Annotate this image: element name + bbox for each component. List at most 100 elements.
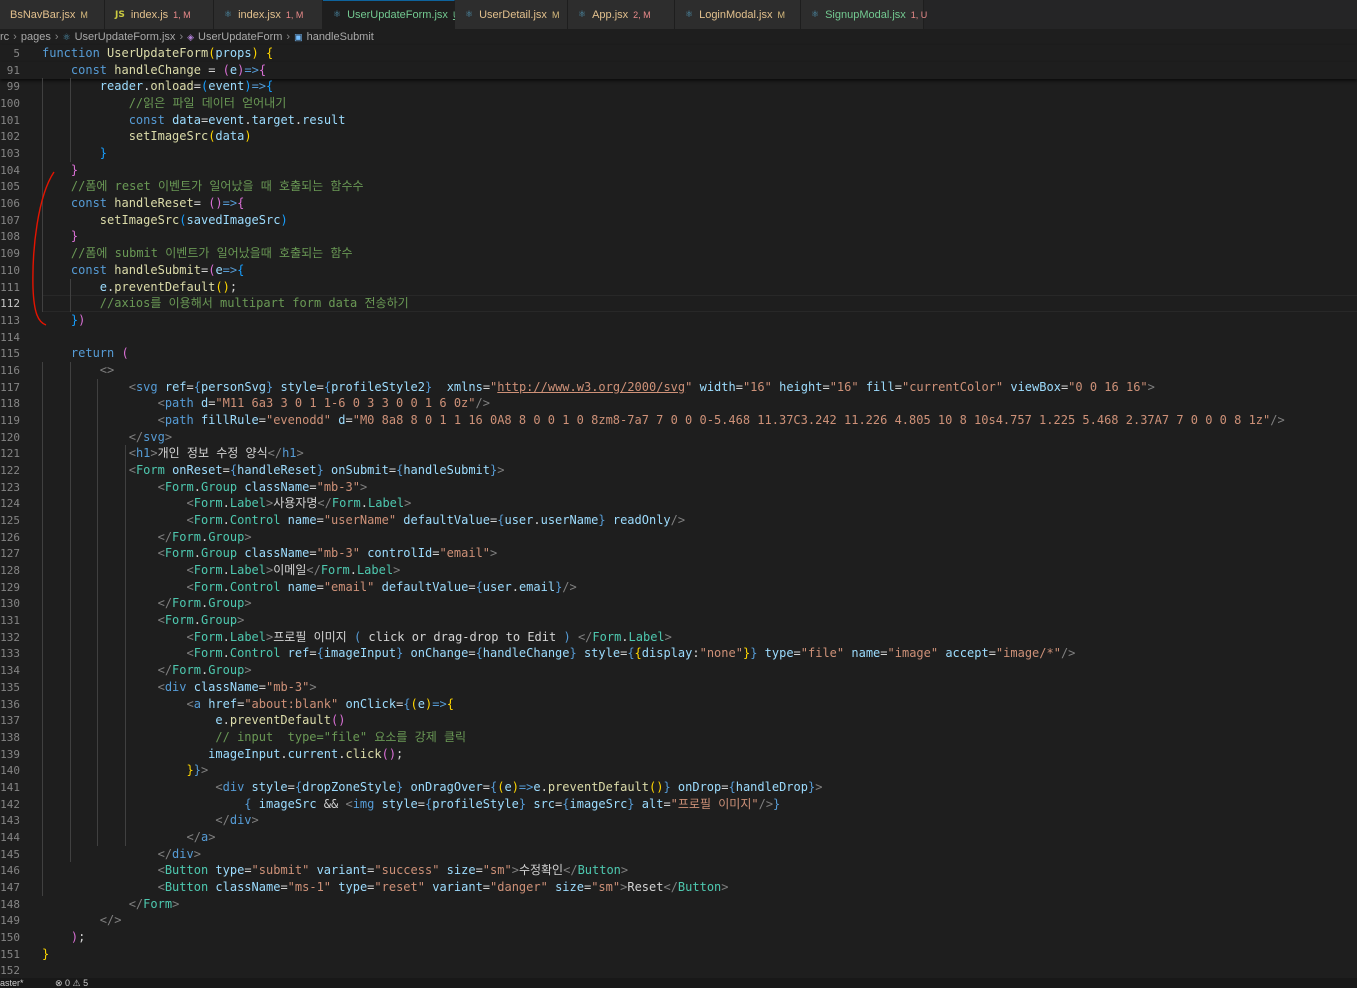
token: handleSubmit <box>403 463 491 477</box>
code-line[interactable]: 107 setImageSrc(savedImageSrc) <box>0 212 1357 229</box>
line-number: 141 <box>0 780 20 794</box>
branch-label[interactable]: aster* <box>0 978 24 988</box>
code-line[interactable]: 115 return ( <box>0 345 1357 362</box>
code-line[interactable]: 147 <Button className="ms-1" type="reset… <box>0 879 1357 896</box>
code-line[interactable]: 133 <Form.Control ref={imageInput} onCha… <box>0 645 1357 662</box>
code-line[interactable]: 125 <Form.Control name="userName" defaul… <box>0 512 1357 529</box>
code-line[interactable]: 128 <Form.Label>이메일</Form.Label> <box>0 562 1357 579</box>
code-line[interactable]: 145 </div> <box>0 846 1357 863</box>
tab-index-jsx[interactable]: ⚛ index.jsx 1, M <box>214 0 323 29</box>
code-line[interactable]: 108 } <box>0 228 1357 245</box>
line-source: <Form onReset={handleReset} onSubmit={ha… <box>42 462 505 479</box>
line-source: <> <box>42 362 114 379</box>
code-line[interactable]: 114 <box>0 329 1357 346</box>
code-line[interactable]: 126 </Form.Group> <box>0 529 1357 546</box>
code-line[interactable]: 140 }}> <box>0 762 1357 779</box>
react-file-icon: ⚛ <box>62 31 71 42</box>
code-line[interactable]: 104 } <box>0 162 1357 179</box>
breadcrumb-item[interactable]: handleSubmit <box>307 31 374 43</box>
code-line[interactable]: 129 <Form.Control name="email" defaultVa… <box>0 579 1357 596</box>
code-line[interactable]: 116 <> <box>0 362 1357 379</box>
token: Label <box>229 629 266 644</box>
breadcrumb-item[interactable]: pages <box>21 31 51 43</box>
token: () <box>381 746 397 761</box>
code-line[interactable]: 112 //axios를 이용해서 multipart form data 전송… <box>0 295 1357 313</box>
code-line[interactable]: 148 </Form> <box>0 896 1357 913</box>
code-line[interactable]: 102 setImageSrc(data) <box>0 128 1357 145</box>
token: const <box>128 112 173 127</box>
code-line[interactable]: 100 //읽은 파일 데이터 얻어내기 <box>0 95 1357 112</box>
code-line[interactable]: 135 <div className="mb-3"> <box>0 679 1357 696</box>
code-line[interactable]: 117 <svg ref={personSvg} style={profileS… <box>0 379 1357 396</box>
tab-userupdateform-jsx[interactable]: ⚛UserUpdateForm.jsxU✕ <box>323 0 477 29</box>
code-line[interactable]: 136 <a href="about:blank" onClick={(e)=>… <box>0 696 1357 713</box>
code-line[interactable]: 143 </div> <box>0 812 1357 829</box>
problems-indicator[interactable]: ⊗ 0 ⚠ 5 <box>55 978 88 988</box>
code-line[interactable]: 103 } <box>0 145 1357 162</box>
line-source: <Form.Control name="userName" defaultVal… <box>42 512 686 529</box>
code-line[interactable]: 119 <path fillRule="evenodd" d="M0 8a8 8… <box>0 412 1357 429</box>
code-line[interactable]: 131 <Form.Group> <box>0 612 1357 629</box>
token: Button <box>677 880 722 894</box>
code-line[interactable]: 132 <Form.Label>프로필 이미지 ( click or drag-… <box>0 629 1357 646</box>
code-line[interactable]: 139 imageInput.current.click(); <box>0 746 1357 763</box>
tab-bsnavbar-jsx[interactable]: BsNavBar.jsx M <box>0 0 105 29</box>
code-line[interactable]: 105 //폼에 reset 이벤트가 일어났을 때 호출되는 함수수 <box>0 178 1357 195</box>
code-line[interactable]: 113 }) <box>0 312 1357 329</box>
token: //폼에 reset 이벤트가 일어났을 때 호출되는 함수수 <box>70 179 364 194</box>
code-line[interactable]: 142 { imageSrc && <img style={profileSty… <box>0 796 1357 813</box>
code-line[interactable]: 111 e.preventDefault(); <box>0 279 1357 296</box>
code-line[interactable]: 101 const data=event.target.result <box>0 112 1357 129</box>
token: const <box>70 62 115 77</box>
token: "ms-1" <box>287 880 332 894</box>
code-line[interactable]: 150 ); <box>0 929 1357 946</box>
breadcrumb-item[interactable]: UserUpdateForm <box>198 31 282 43</box>
tab-loginmodal-jsx[interactable]: ⚛ LoginModal.jsx M <box>675 0 801 29</box>
code-line[interactable]: 134 </Form.Group> <box>0 662 1357 679</box>
code-line[interactable]: 121 <h1>개인 정보 수정 양식</h1> <box>0 445 1357 462</box>
code-line[interactable]: 138 // input type="file" 요소를 강제 클릭 <box>0 729 1357 746</box>
code-line[interactable]: 91 const handleChange = (e)=>{ <box>0 61 1357 79</box>
code-line[interactable]: 146 <Button type="submit" variant="succe… <box>0 862 1357 879</box>
code-line[interactable]: 99 reader.onload=(event)=>{ <box>0 78 1357 95</box>
code-line[interactable]: 120 </svg> <box>0 429 1357 446</box>
code-line[interactable]: 118 <path d="M11 6a3 3 0 1 1-6 0 3 3 0 0… <box>0 395 1357 412</box>
line-number: 117 <box>0 380 20 394</box>
code-line[interactable]: 109 //폼에 submit 이벤트가 일어났을때 호출되는 함수 <box>0 245 1357 262</box>
token: fill <box>865 379 895 394</box>
code-line[interactable]: 144 </a> <box>0 829 1357 846</box>
breadcrumb-item[interactable]: rc <box>0 31 9 43</box>
code-line[interactable]: 130 </Form.Group> <box>0 595 1357 612</box>
token: "currentColor" <box>901 379 1004 394</box>
token: "email" <box>323 579 375 594</box>
code-line[interactable]: 152 <box>0 962 1357 979</box>
token: = <box>482 779 490 794</box>
code-line[interactable]: 122 <Form onReset={handleReset} onSubmit… <box>0 462 1357 479</box>
code-line[interactable]: 124 <Form.Label>사용자명</Form.Label> <box>0 495 1357 512</box>
tab-signupmodal-jsx[interactable]: ⚛ SignupModal.jsx 1, U <box>801 0 927 29</box>
tab-app-jsx[interactable]: ⚛ App.jsx 2, M <box>568 0 675 29</box>
code-line[interactable]: 110 const handleSubmit=(e=>{ <box>0 262 1357 279</box>
code-line[interactable]: 149 </> <box>0 912 1357 929</box>
line-number: 100 <box>0 97 20 111</box>
token: > <box>244 663 252 678</box>
code-line[interactable]: 123 <Form.Group className="mb-3"> <box>0 479 1357 496</box>
tab-index-js[interactable]: JS index.js 1, M <box>105 0 214 29</box>
tab-userdetail-jsx[interactable]: ⚛ UserDetail.jsx M <box>455 0 568 29</box>
code-line[interactable]: 137 e.preventDefault() <box>0 712 1357 729</box>
token: function <box>42 46 108 60</box>
breadcrumb-item[interactable]: UserUpdateForm.jsx <box>75 31 176 43</box>
code-line[interactable]: 127 <Form.Group className="mb-3" control… <box>0 545 1357 562</box>
tab-label: SignupModal.jsx <box>825 8 906 21</box>
token: onSubmit <box>331 463 389 477</box>
code-line[interactable]: 151} <box>0 946 1357 963</box>
code-line[interactable]: 5 function UserUpdateForm(props) { <box>0 45 1357 62</box>
code-line[interactable]: 106 const handleReset= ()=>{ <box>0 195 1357 212</box>
code-line[interactable]: 141 <div style={dropZoneStyle} onDragOve… <box>0 779 1357 796</box>
token: = <box>309 546 317 561</box>
symbol-variable-icon: ▣ <box>294 31 303 42</box>
